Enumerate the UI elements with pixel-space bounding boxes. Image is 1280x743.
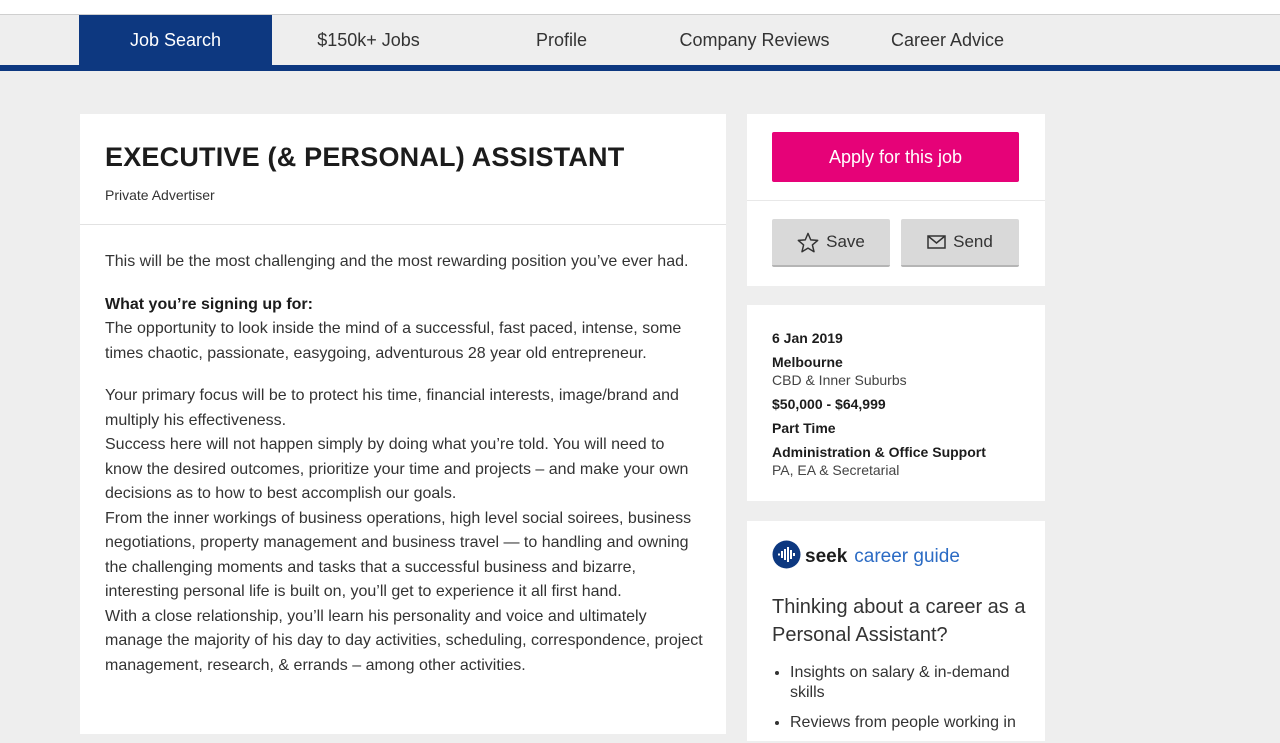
main-nav: Job Search $150k+ Jobs Profile Company R…: [0, 15, 1280, 65]
nav-tab-career-advice[interactable]: Career Advice: [851, 15, 1044, 65]
job-subclassification: PA, EA & Secretarial: [772, 462, 900, 478]
description-opportunity: The opportunity to look inside the mind …: [105, 320, 682, 362]
job-info-list: 6 Jan 2019 Melbourne CBD & Inner Suburbs…: [772, 329, 986, 485]
job-details-card: EXECUTIVE (& PERSONAL) ASSISTANT Private…: [80, 114, 726, 734]
apply-card: Apply for this job Save Send: [747, 114, 1045, 286]
job-classification: Administration & Office Support: [772, 444, 986, 460]
career-guide-bullets: Insights on salary & in-demand skills Re…: [772, 663, 1045, 743]
header-divider: [80, 224, 726, 225]
nav-tab-company-reviews[interactable]: Company Reviews: [658, 15, 851, 65]
career-guide-bullet: Insights on salary & in-demand skills: [790, 663, 1045, 703]
description-focus: Your primary focus will be to protect hi…: [105, 387, 679, 429]
seek-career-guide-logo[interactable]: seek career guide: [772, 540, 960, 574]
envelope-icon: [927, 235, 946, 249]
nav-tab-job-search[interactable]: Job Search: [79, 15, 272, 65]
career-guide-bullet: Reviews from people working in: [790, 713, 1045, 733]
career-guide-text: career guide: [854, 546, 960, 567]
listing-date: 6 Jan 2019: [772, 330, 843, 346]
advertiser-name: Private Advertiser: [105, 187, 215, 203]
description-subheading: What you’re signing up for:: [105, 295, 313, 313]
job-work-type: Part Time: [772, 420, 836, 436]
nav-tab-150k-jobs[interactable]: $150k+ Jobs: [272, 15, 465, 65]
send-button[interactable]: Send: [901, 219, 1019, 267]
job-salary: $50,000 - $64,999: [772, 396, 886, 412]
save-button[interactable]: Save: [772, 219, 890, 267]
job-area: CBD & Inner Suburbs: [772, 372, 907, 388]
apply-divider: [747, 200, 1045, 201]
description-success: Success here will not happen simply by d…: [105, 436, 689, 502]
job-title: EXECUTIVE (& PERSONAL) ASSISTANT: [105, 142, 625, 172]
job-location: Melbourne: [772, 354, 843, 370]
seek-brand-text: seek: [805, 546, 848, 567]
send-label: Send: [953, 232, 993, 251]
apply-button[interactable]: Apply for this job: [772, 132, 1019, 182]
job-description: This will be the most challenging and th…: [105, 250, 705, 678]
nav-tab-profile[interactable]: Profile: [465, 15, 658, 65]
description-workings: From the inner workings of business oper…: [105, 509, 692, 601]
browser-top-strip: [0, 0, 1280, 15]
save-label: Save: [826, 232, 865, 251]
career-guide-heading: Thinking about a career as a Personal As…: [772, 596, 1026, 646]
nav-underline-bar: [0, 65, 1280, 71]
description-opportunity-block: What you’re signing up for: The opportun…: [105, 293, 705, 367]
job-info-card: 6 Jan 2019 Melbourne CBD & Inner Suburbs…: [747, 305, 1045, 501]
star-icon: [797, 232, 819, 253]
career-guide-card: seek career guide Thinking about a caree…: [747, 521, 1045, 741]
description-intro: This will be the most challenging and th…: [105, 253, 689, 270]
seek-logo-icon: [772, 540, 801, 574]
description-relationship: With a close relationship, you’ll learn …: [105, 607, 703, 674]
